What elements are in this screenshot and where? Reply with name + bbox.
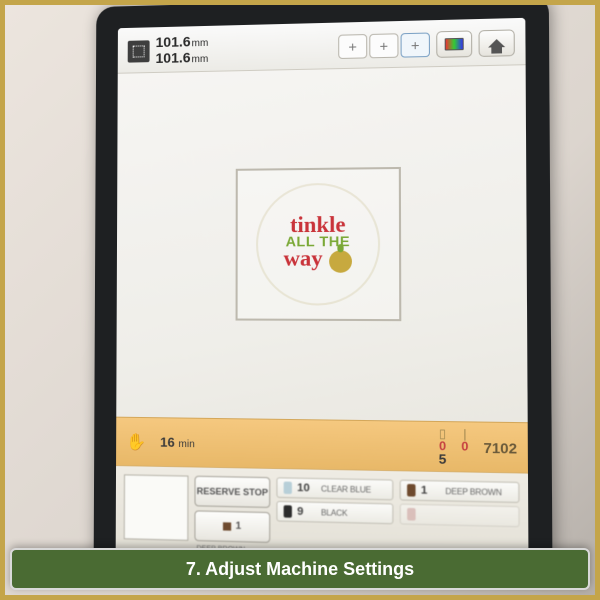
design-dimensions: 101.6mm 101.6mm xyxy=(128,34,209,67)
design-text-line3: way xyxy=(284,248,323,268)
display-mode-button[interactable] xyxy=(436,30,472,57)
thread-number: 10 xyxy=(297,482,316,495)
dim-unit2: mm xyxy=(192,53,209,64)
time-unit: min xyxy=(178,439,194,450)
thread-name: CLEAR BLUE xyxy=(321,484,371,494)
thread-swatch xyxy=(284,505,292,518)
thread-name: DEEP BROWN xyxy=(445,486,501,497)
dim-height: 101.6 xyxy=(156,49,191,66)
needle-status: | 0 xyxy=(461,428,468,467)
design-canvas[interactable]: tinkle ALL THE way xyxy=(116,65,527,422)
home-button[interactable] xyxy=(478,29,514,57)
thread-row[interactable]: 10 CLEAR BLUE xyxy=(276,477,393,500)
thread-name: BLACK xyxy=(321,508,347,518)
machine-bezel: 101.6mm 101.6mm + + + xyxy=(94,0,553,575)
dim-width: 101.6 xyxy=(156,33,191,50)
thread-row[interactable]: 9 BLACK xyxy=(276,501,393,524)
thread-list: 10 CLEAR BLUE 9 BLACK xyxy=(276,477,393,557)
hoop-size-group: + + + xyxy=(338,32,430,59)
color-number: 1 xyxy=(235,522,241,532)
status-bar: ✋ 16 min ▯ 0 5 | 0 7102 xyxy=(116,417,528,474)
home-icon xyxy=(488,38,505,47)
reserve-stop-button[interactable]: RESERVE STOP xyxy=(194,476,270,508)
thread-swatch xyxy=(284,482,292,495)
design-hoop-frame: tinkle ALL THE way xyxy=(236,166,402,320)
thread-swatch xyxy=(407,484,416,497)
embroidery-design: tinkle ALL THE way xyxy=(284,215,353,273)
dimension-icon xyxy=(128,40,150,62)
ornament-icon xyxy=(329,250,352,273)
thread-number: 1 xyxy=(421,484,440,497)
thread-number: 9 xyxy=(297,505,316,518)
thread-row[interactable] xyxy=(400,504,520,528)
spool-status: ▯ 0 5 xyxy=(439,427,447,466)
tutorial-frame: 101.6mm 101.6mm + + + xyxy=(0,0,600,600)
tutorial-caption: 7. Adjust Machine Settings xyxy=(10,548,590,590)
color-screen-icon xyxy=(445,37,464,50)
embroidery-screen: 101.6mm 101.6mm + + + xyxy=(116,18,529,574)
color-swatch xyxy=(223,522,231,530)
time-remaining: 16 xyxy=(160,434,175,449)
current-color-indicator: 1 xyxy=(194,510,270,543)
design-thumbnail[interactable] xyxy=(124,474,189,541)
hoop-size-button[interactable]: + xyxy=(401,32,430,57)
spool-bottom-value: 5 xyxy=(439,452,447,466)
stitch-count: 7102 xyxy=(483,439,517,456)
top-toolbar: 101.6mm 101.6mm + + + xyxy=(118,18,526,74)
thread-swatch xyxy=(407,508,416,521)
hoop-size-button[interactable]: + xyxy=(369,33,398,58)
hoop-size-button[interactable]: + xyxy=(338,34,367,59)
dim-unit: mm xyxy=(192,38,209,49)
hand-icon: ✋ xyxy=(126,431,146,452)
thread-row[interactable]: 1 DEEP BROWN xyxy=(400,480,520,503)
